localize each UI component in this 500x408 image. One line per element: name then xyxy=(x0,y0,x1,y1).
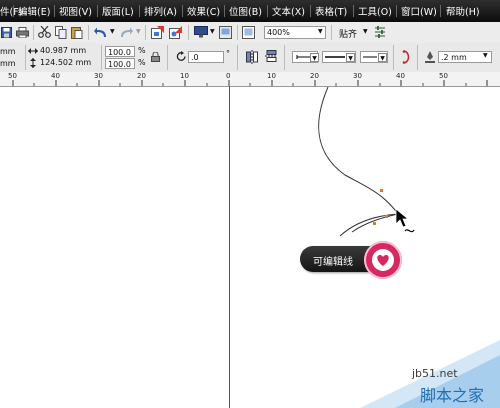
curve-node[interactable] xyxy=(380,189,383,192)
shape-tool-cursor-icon xyxy=(395,208,415,233)
edited-curve[interactable] xyxy=(318,86,399,215)
tooltip-text: 可编辑线 xyxy=(313,257,353,268)
curve-drawing xyxy=(318,86,415,237)
curve-node[interactable] xyxy=(385,215,388,218)
curve-segment[interactable] xyxy=(339,213,399,237)
badge-circle xyxy=(372,249,394,271)
tooltip-badge xyxy=(364,241,402,279)
heart-icon xyxy=(377,255,389,266)
curve-node[interactable] xyxy=(373,222,376,225)
